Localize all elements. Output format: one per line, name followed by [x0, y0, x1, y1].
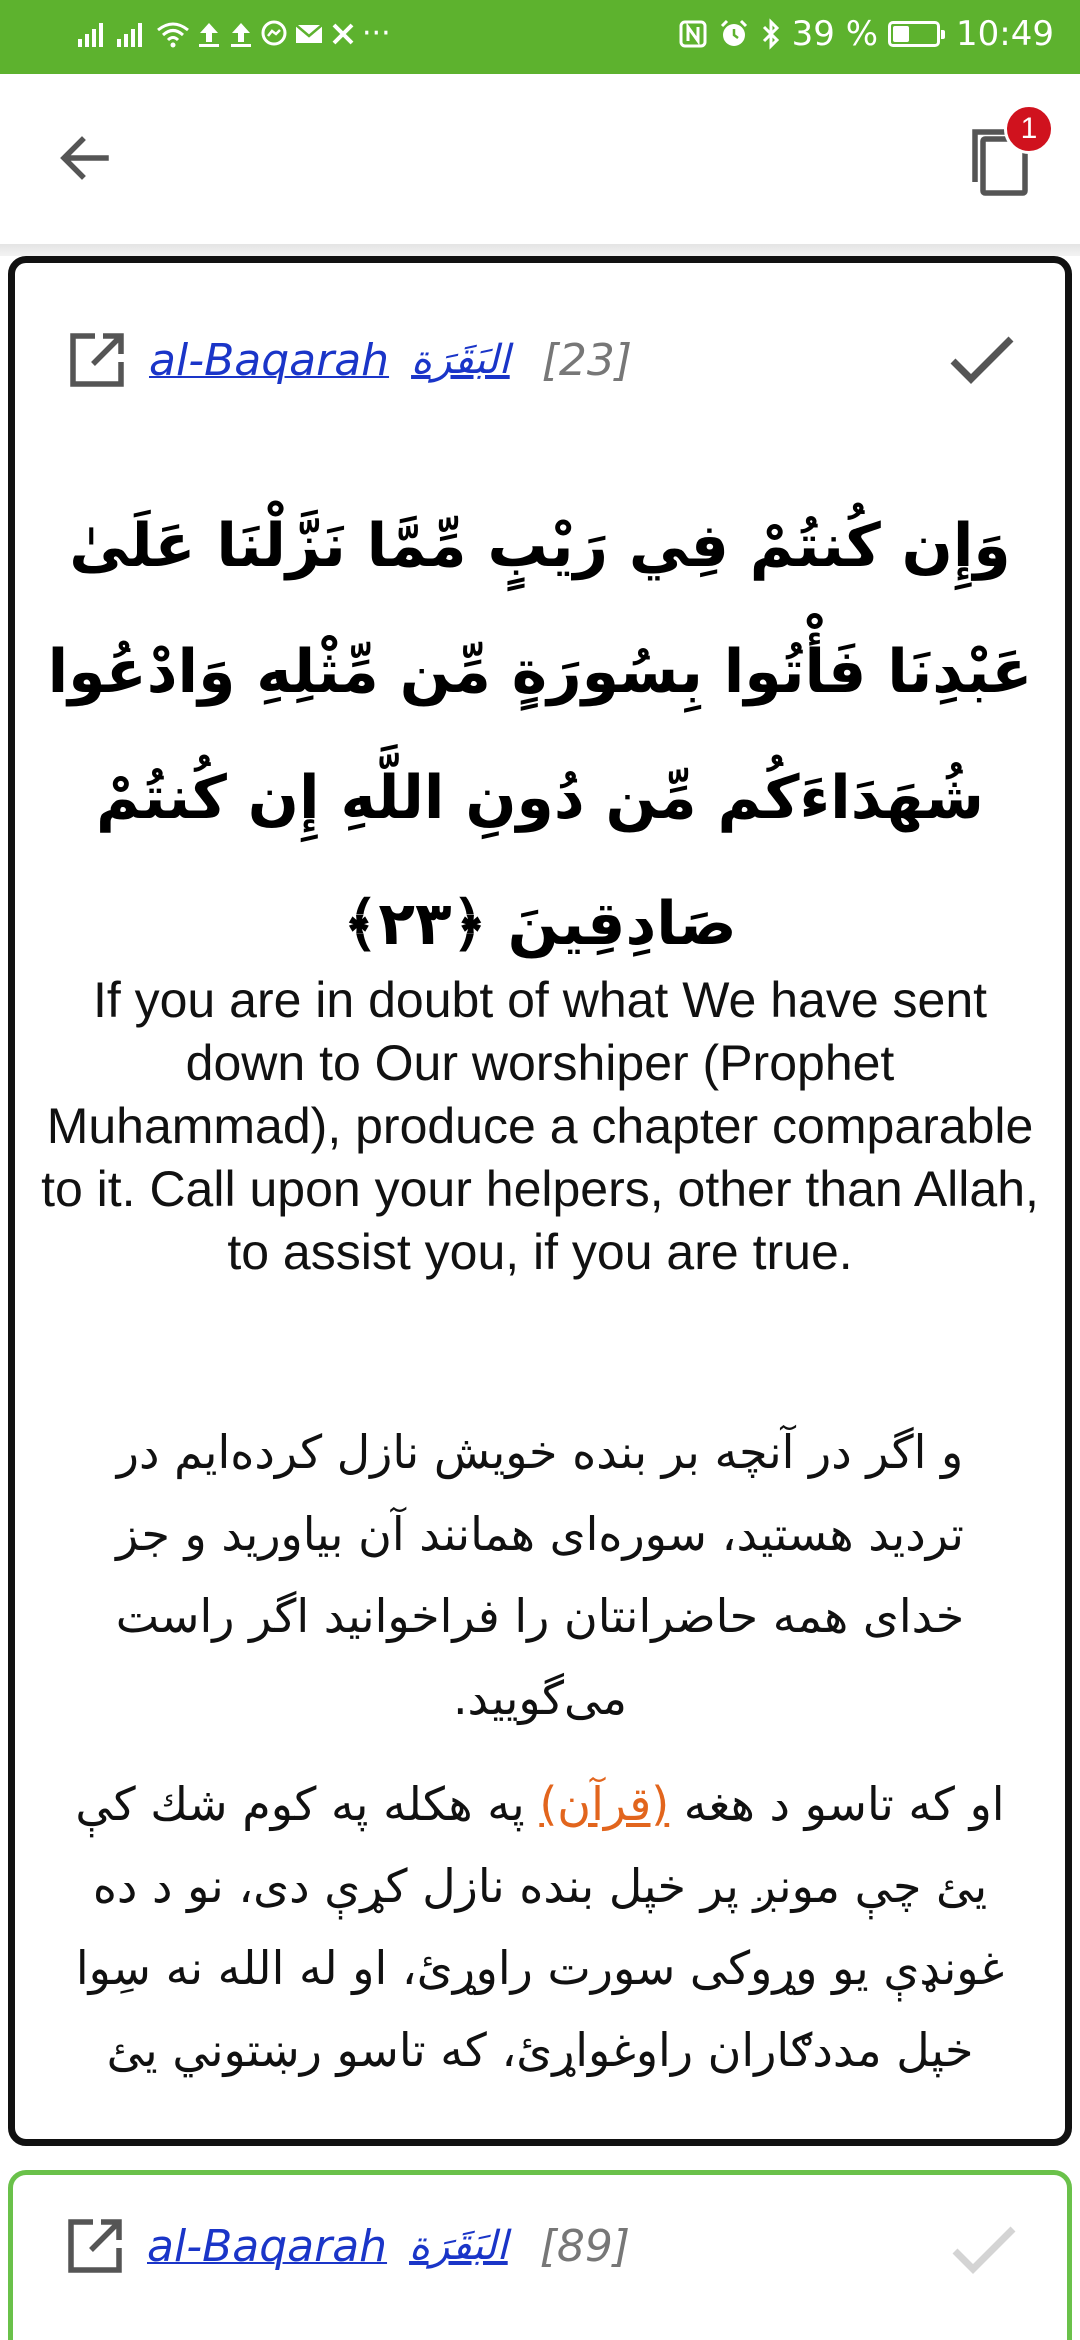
- pashto-text-start: او که تاسو د هغه: [669, 1777, 1005, 1831]
- alarm-icon: [720, 19, 747, 46]
- check-icon[interactable]: [947, 329, 1017, 389]
- surah-link[interactable]: al-Baqarah: [147, 2221, 387, 2272]
- signal-icon: [117, 21, 142, 47]
- clock-time: 10:49: [956, 14, 1054, 54]
- open-in-new-icon[interactable]: [63, 2214, 127, 2278]
- upload-icon: [199, 22, 219, 47]
- quran-link[interactable]: (قرآن): [539, 1777, 669, 1831]
- english-translation: If you are in doubt of what We have sent…: [41, 972, 1039, 1280]
- x-icon: [332, 23, 354, 44]
- status-icons-right: 39 % 10:49: [678, 14, 1054, 54]
- back-button[interactable]: [40, 114, 128, 202]
- check-icon[interactable]: [949, 2219, 1019, 2279]
- persian-translation: و اگر در آنچه بر بنده خویش نازل کرده‌ایم…: [115, 1425, 965, 1725]
- mail-icon: [295, 23, 323, 43]
- verse-card[interactable]: al-Baqarah البَقَرَة [23] وَإِن كُنتُمْ …: [8, 256, 1072, 2146]
- copy-count-badge: 1: [1004, 104, 1054, 154]
- messenger-icon: [261, 20, 287, 45]
- battery-percent: 39 %: [791, 14, 879, 54]
- ayah-number: [89]: [539, 2220, 631, 2272]
- surah-link[interactable]: al-Baqarah: [149, 335, 389, 386]
- app-bar-divider: [0, 244, 1080, 256]
- ayah-number: [23]: [541, 334, 633, 386]
- signal-icon: [78, 21, 103, 47]
- next-verse-card[interactable]: al-Baqarah البَقَرَة [89]: [8, 2170, 1072, 2340]
- wifi-icon: [157, 22, 189, 47]
- verse-reference: al-Baqarah البَقَرَة [23]: [65, 325, 632, 395]
- more-icon: ···: [362, 16, 391, 51]
- arrow-left-icon: [60, 136, 109, 180]
- bluetooth-icon: [762, 18, 779, 50]
- nfc-icon: [679, 20, 707, 48]
- battery-icon: [888, 21, 946, 47]
- upload-icon: [231, 22, 251, 47]
- surah-arabic-name[interactable]: البَقَرَة: [411, 337, 510, 383]
- arabic-verse: وَإِن كُنتُمْ فِي رَيْبٍ مِّمَّا نَزَّلْ…: [47, 511, 1033, 959]
- status-bar: ··· 39 % 10:49: [0, 0, 1080, 74]
- app-bar: 1: [0, 74, 1080, 244]
- status-icons-left: ···: [78, 16, 391, 51]
- pashto-translation: او که تاسو د هغه (قرآن) په هکله په کوم ش…: [45, 1763, 1035, 2091]
- surah-arabic-name[interactable]: البَقَرَة: [409, 2223, 508, 2269]
- verse-reference: al-Baqarah البَقَرَة [89]: [63, 2211, 630, 2281]
- open-in-new-icon[interactable]: [65, 328, 129, 392]
